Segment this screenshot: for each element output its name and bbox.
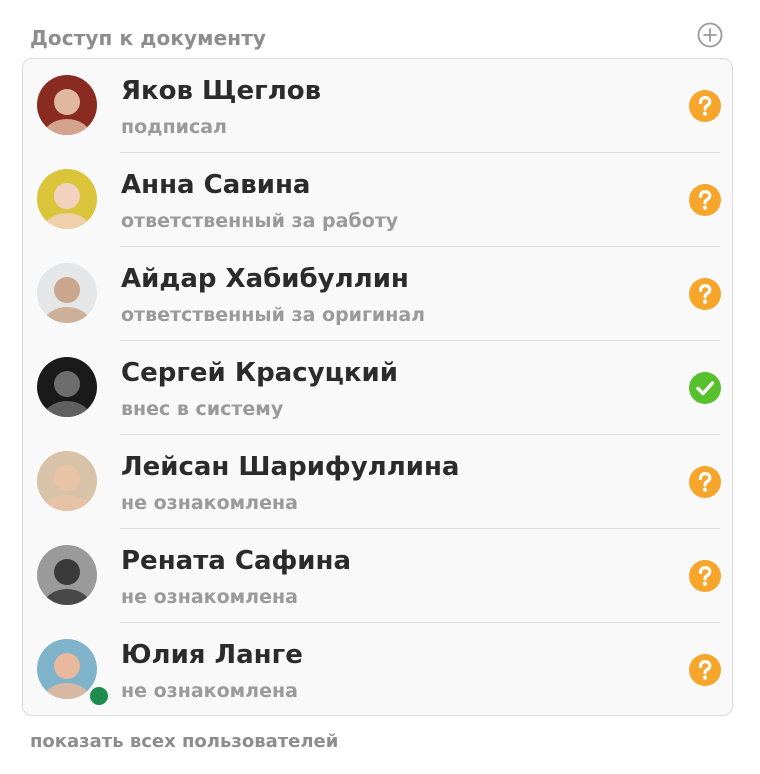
section-title: Доступ к документу [30,26,267,50]
avatar [37,169,97,229]
check-icon [689,372,721,404]
member-role: ответственный за работу [121,210,399,232]
access-header: Доступ к документу [30,22,730,54]
member-role: подписал [121,116,227,138]
member-row[interactable]: Рената Сафина не ознакомлена [23,529,732,623]
member-row[interactable]: Сергей Красуцкий внес в систему [23,341,732,435]
member-name: Юлия Ланге [121,640,303,670]
question-icon [689,278,721,310]
member-row[interactable]: Анна Савина ответственный за работу [23,153,732,247]
member-role: не ознакомлена [121,680,298,702]
question-icon [689,654,721,686]
avatar [37,263,97,323]
member-name: Анна Савина [121,170,311,200]
question-icon [689,560,721,592]
member-name: Айдар Хабибуллин [121,264,409,294]
avatar [37,75,97,135]
question-icon [689,184,721,216]
member-row[interactable]: Айдар Хабибуллин ответственный за оригин… [23,247,732,341]
avatar [37,451,97,511]
member-role: не ознакомлена [121,492,298,514]
member-role: ответственный за оригинал [121,304,426,326]
member-name: Сергей Красуцкий [121,358,398,388]
plus-circle-icon[interactable] [697,22,723,48]
question-icon [689,466,721,498]
member-role: внес в систему [121,398,284,420]
member-row[interactable]: Лейсан Шарифуллина не ознакомлена [23,435,732,529]
question-icon [689,90,721,122]
member-row[interactable]: Яков Щеглов подписал [23,59,732,153]
member-row[interactable]: Юлия Ланге не ознакомлена [23,623,732,717]
online-indicator [87,684,111,708]
member-name: Яков Щеглов [121,76,322,106]
member-name: Лейсан Шарифуллина [121,452,460,482]
show-all-users-link[interactable]: показать всех пользователей [30,731,338,752]
avatar [37,357,97,417]
avatar [37,545,97,605]
member-name: Рената Сафина [121,546,352,576]
members-list: Яков Щеглов подписал Анна Савина ответст… [22,58,733,716]
member-role: не ознакомлена [121,586,298,608]
